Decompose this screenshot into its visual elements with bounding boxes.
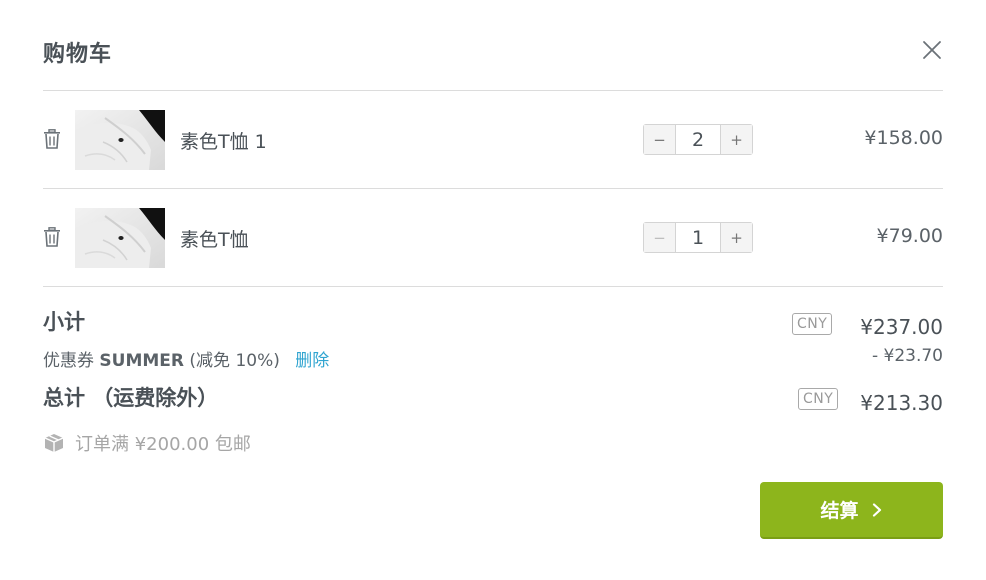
close-icon [923, 41, 941, 59]
package-box-icon [44, 434, 64, 452]
checkout-button[interactable]: 结算 [760, 482, 943, 539]
currency-badge: CNY [792, 313, 833, 335]
decrease-quantity-button[interactable]: − [644, 223, 676, 252]
remove-item-button[interactable] [43, 129, 61, 149]
coupon-code: SUMMER [99, 351, 184, 371]
total-amount: ¥213.30 [860, 391, 943, 415]
close-button[interactable] [918, 36, 946, 64]
tshirt-photo [75, 110, 165, 170]
item-price: ¥158.00 [864, 127, 943, 149]
product-image[interactable] [75, 110, 165, 170]
quantity-input[interactable] [676, 125, 720, 154]
product-name[interactable]: 素色T恤 [180, 225, 249, 252]
product-name[interactable]: 素色T恤 1 [180, 127, 267, 154]
currency-badge: CNY [798, 388, 839, 410]
divider [43, 286, 943, 287]
subtotal-label: 小计 [43, 310, 85, 334]
chevron-right-icon [872, 502, 881, 517]
subtotal-amount: ¥237.00 [860, 315, 943, 339]
cart-title: 购物车 [43, 42, 113, 67]
checkout-label: 结算 [820, 500, 859, 522]
remove-item-button[interactable] [43, 227, 61, 247]
product-image[interactable] [75, 208, 165, 268]
tshirt-photo [75, 208, 165, 268]
increase-quantity-button[interactable]: + [720, 125, 752, 154]
free-shipping-note: 订单满 ¥200.00 包邮 [43, 430, 251, 456]
decrease-quantity-button[interactable]: − [644, 125, 676, 154]
cart-item-row: 素色T恤 − + ¥79.00 [43, 189, 943, 286]
total-label: 总计 （运费除外） [43, 386, 219, 410]
coupon-detail: (减免 10%) [189, 351, 280, 371]
shipping-text: 订单满 ¥200.00 包邮 [75, 434, 251, 455]
discount-amount: - ¥23.70 [871, 346, 943, 366]
cart-item-row: 素色T恤 1 − + ¥158.00 [43, 91, 943, 188]
coupon-line: 优惠券 SUMMER (减免 10%) 删除 [43, 346, 329, 371]
quantity-stepper: − + [643, 222, 753, 253]
item-price: ¥79.00 [876, 225, 943, 247]
coupon-prefix: 优惠券 [43, 351, 94, 371]
trash-icon [44, 227, 60, 247]
quantity-input[interactable] [676, 223, 720, 252]
quantity-stepper: − + [643, 124, 753, 155]
increase-quantity-button[interactable]: + [720, 223, 752, 252]
trash-icon [44, 129, 60, 149]
remove-coupon-link[interactable]: 删除 [295, 351, 329, 371]
